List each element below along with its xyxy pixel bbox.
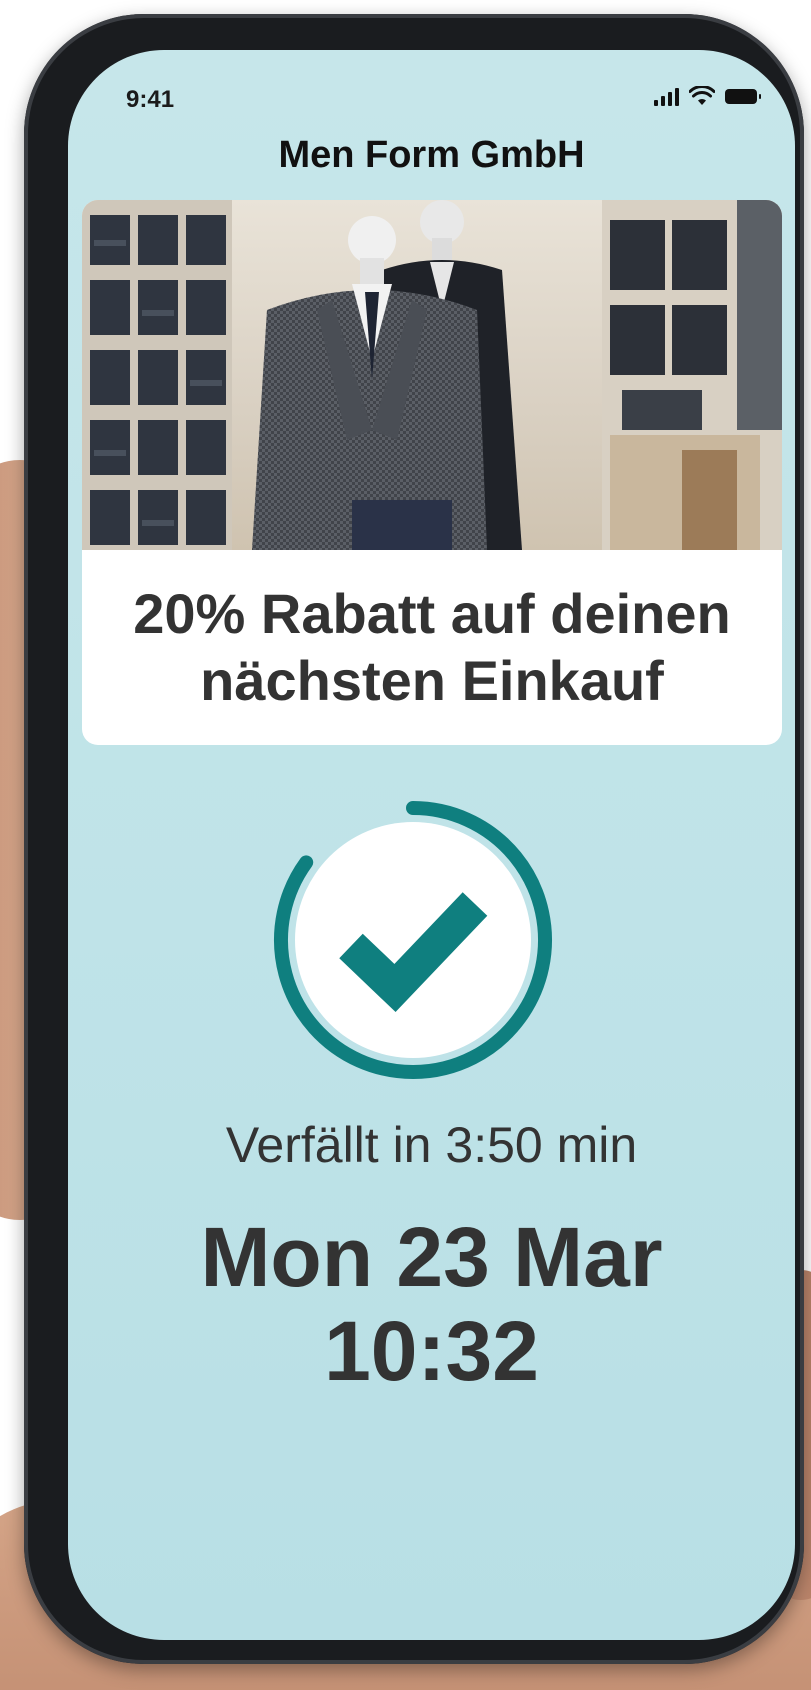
phone-mockup-scene: 9:41 Men Form GmbH 20% Rabatt auf deinen… <box>0 0 811 1690</box>
promo-card[interactable]: 20% Rabatt auf deinen nächsten Einkauf <box>82 200 782 745</box>
validation-datetime: Mon 23 Mar 10:32 <box>68 1210 795 1398</box>
promo-headline: 20% Rabatt auf deinen nächsten Einkauf <box>133 582 731 712</box>
countdown-text: Verfällt in 3:50 min <box>225 1117 638 1173</box>
wifi-icon <box>689 86 715 105</box>
validity-indicator <box>273 800 553 1080</box>
cellular-signal-icon <box>654 86 679 106</box>
validation-time: 10:32 <box>324 1304 539 1399</box>
suit-mannequins-photo <box>82 200 782 550</box>
app-title: Men Form GmbH <box>278 134 585 176</box>
phone-screen: 9:41 Men Form GmbH 20% Rabatt auf deinen… <box>68 50 795 1640</box>
status-bar-time: 9:41 <box>126 86 175 113</box>
battery-icon <box>725 89 761 104</box>
status-bar-icons <box>654 86 761 106</box>
validation-date: Mon 23 Mar <box>200 1210 663 1304</box>
